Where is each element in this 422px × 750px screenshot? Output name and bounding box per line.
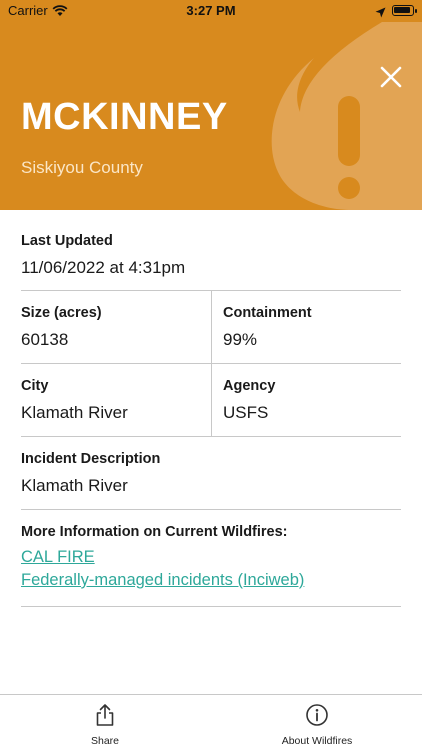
last-updated-value: 11/06/2022 at 4:31pm — [21, 258, 186, 277]
fire-header: MCKINNEY Siskiyou County — [0, 22, 422, 210]
size-label: Size (acres) — [21, 305, 102, 321]
battery-icon — [392, 5, 417, 16]
about-wildfires-button[interactable]: About Wildfires — [272, 703, 362, 747]
size-value: 60138 — [21, 330, 69, 349]
about-wildfires-label: About Wildfires — [281, 735, 353, 747]
description-label: Incident Description — [21, 451, 161, 467]
cal-fire-link[interactable]: CAL FIRE — [21, 548, 304, 567]
column-divider — [211, 364, 212, 436]
close-button[interactable] — [378, 64, 404, 90]
fire-alert-icon — [271, 22, 422, 210]
page-title: MCKINNEY — [21, 96, 228, 138]
clock: 3:27 PM — [186, 3, 236, 18]
city-value: Klamath River — [21, 403, 128, 422]
description-row: Incident Description Klamath River — [21, 437, 401, 510]
more-info-section: More Information on Current Wildfires: C… — [21, 510, 401, 607]
share-button[interactable]: Share — [76, 703, 134, 747]
share-icon — [96, 704, 114, 726]
last-updated-label: Last Updated — [21, 233, 113, 249]
city-label: City — [21, 378, 49, 394]
city-agency-row: City Klamath River Agency USFS — [21, 364, 401, 437]
size-containment-row: Size (acres) 60138 Containment 99% — [21, 291, 401, 364]
containment-label: Containment — [223, 305, 312, 321]
status-bar: Carrier 3:27 PM — [0, 0, 422, 22]
description-value: Klamath River — [21, 476, 128, 495]
info-icon — [306, 704, 328, 726]
last-updated-row: Last Updated 11/06/2022 at 4:31pm — [21, 210, 401, 291]
close-icon — [380, 66, 402, 88]
share-label: Share — [90, 735, 120, 747]
bottom-tab-bar: Share About Wildfires — [0, 694, 422, 750]
containment-value: 99% — [223, 330, 258, 349]
agency-value: USFS — [223, 403, 269, 422]
more-info-label: More Information on Current Wildfires: — [21, 524, 288, 540]
inciweb-link[interactable]: Federally-managed incidents (Inciweb) — [21, 571, 304, 590]
column-divider — [211, 291, 212, 363]
county-label: Siskiyou County — [21, 158, 143, 177]
location-arrow-icon — [375, 5, 386, 23]
agency-label: Agency — [223, 378, 276, 394]
